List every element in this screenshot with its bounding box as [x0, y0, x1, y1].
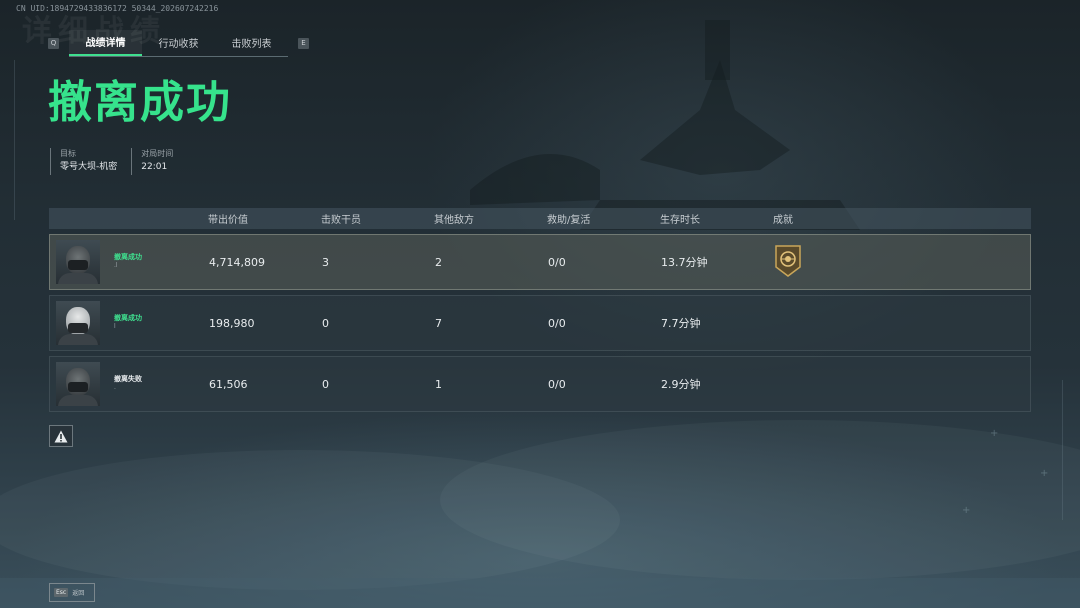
tab-bar: Q 战绩详情 行动收获 击败列表 E [48, 29, 316, 57]
header-enemies: 其他敌方 [434, 215, 474, 226]
tab-action-rewards[interactable]: 行动收获 [142, 30, 215, 56]
player-info: 撤离失败 . [114, 374, 142, 394]
header-rescue: 救助/复活 [547, 215, 591, 226]
rescue-value: 0/0 [548, 377, 566, 391]
player-name: l [114, 323, 116, 330]
extract-status: 撤离成功 [114, 253, 142, 261]
table-row[interactable]: 撤离成功 .l 4,714,809 3 2 0/0 13.7分钟 [49, 234, 1031, 290]
esc-key-hint: Esc [54, 588, 69, 597]
back-label: 返回 [72, 590, 85, 597]
enemies-value: 2 [435, 255, 442, 269]
tab-battle-details[interactable]: 战绩详情 [69, 29, 142, 56]
deco-cross: + [990, 428, 999, 439]
deco-line-left [14, 60, 15, 220]
carry-out-value: 198,980 [209, 316, 255, 330]
enemies-value: 7 [435, 316, 442, 330]
carry-out-value: 61,506 [209, 377, 248, 391]
deco-line-right [1062, 380, 1063, 520]
key-hint-e[interactable]: E [298, 37, 309, 49]
table-row[interactable]: 撤离成功 l 198,980 0 7 0/0 7.7分钟 [49, 295, 1031, 351]
footer-bar [0, 578, 1080, 608]
match-meta: 目标 零号大坝-机密 对局时间 22:01 [50, 148, 187, 175]
avatar [56, 301, 100, 345]
survival-value: 13.7分钟 [661, 256, 708, 269]
kills-value: 0 [322, 377, 329, 391]
uid-text: CN UID:1894729433836172 50344_2026072422… [16, 4, 219, 13]
rescue-value: 0/0 [548, 316, 566, 330]
meta-time: 对局时间 22:01 [131, 148, 173, 175]
table-header: 带出价值 击败干员 其他敌方 救助/复活 生存时长 成就 [49, 208, 1031, 229]
carry-out-value: 4,714,809 [209, 255, 265, 269]
header-survival: 生存时长 [660, 215, 700, 226]
player-name: .l [114, 262, 118, 269]
player-info: 撤离成功 l [114, 313, 142, 333]
extract-status: 撤离成功 [114, 314, 142, 322]
header-value: 带出价值 [208, 215, 248, 226]
deco-cross: + [1040, 468, 1049, 479]
meta-target: 目标 零号大坝-机密 [50, 148, 117, 175]
report-button[interactable] [49, 425, 73, 447]
extract-status: 撤离失败 [114, 375, 142, 383]
meta-time-label: 对局时间 [141, 149, 174, 158]
tabs: 战绩详情 行动收获 击败列表 [69, 29, 288, 57]
results-table: 带出价值 击败干员 其他敌方 救助/复活 生存时长 成就 撤离成功 .l 4,7… [49, 208, 1031, 412]
back-button[interactable]: Esc 返回 [49, 583, 95, 602]
header-kills: 击败干员 [321, 215, 361, 226]
key-hint-q[interactable]: Q [48, 37, 59, 49]
player-name: . [114, 384, 116, 391]
player-cell: 撤离成功 l [50, 301, 204, 345]
enemies-value: 1 [435, 377, 442, 391]
meta-target-label: 目标 [60, 149, 76, 158]
table-row[interactable]: 撤离失败 . 61,506 0 1 0/0 2.9分钟 [49, 356, 1031, 412]
avatar [56, 362, 100, 406]
header-achievement: 成就 [773, 215, 793, 226]
player-cell: 撤离失败 . [50, 362, 204, 406]
survival-value: 2.9分钟 [661, 378, 701, 391]
deco-cross: + [962, 505, 971, 516]
achievement-cell [769, 244, 899, 280]
rescue-value: 0/0 [548, 255, 566, 269]
medal-icon[interactable] [774, 244, 802, 277]
meta-target-value: 零号大坝-机密 [60, 162, 118, 172]
kills-value: 0 [322, 316, 329, 330]
player-cell: 撤离成功 .l [50, 240, 204, 284]
warning-icon [54, 430, 68, 442]
avatar [56, 240, 100, 284]
kills-value: 3 [322, 255, 329, 269]
survival-value: 7.7分钟 [661, 317, 701, 330]
page-title: 撤离成功 [48, 77, 232, 128]
player-info: 撤离成功 .l [114, 252, 142, 272]
meta-time-value: 22:01 [141, 162, 168, 172]
tab-kill-list[interactable]: 击败列表 [215, 30, 288, 56]
